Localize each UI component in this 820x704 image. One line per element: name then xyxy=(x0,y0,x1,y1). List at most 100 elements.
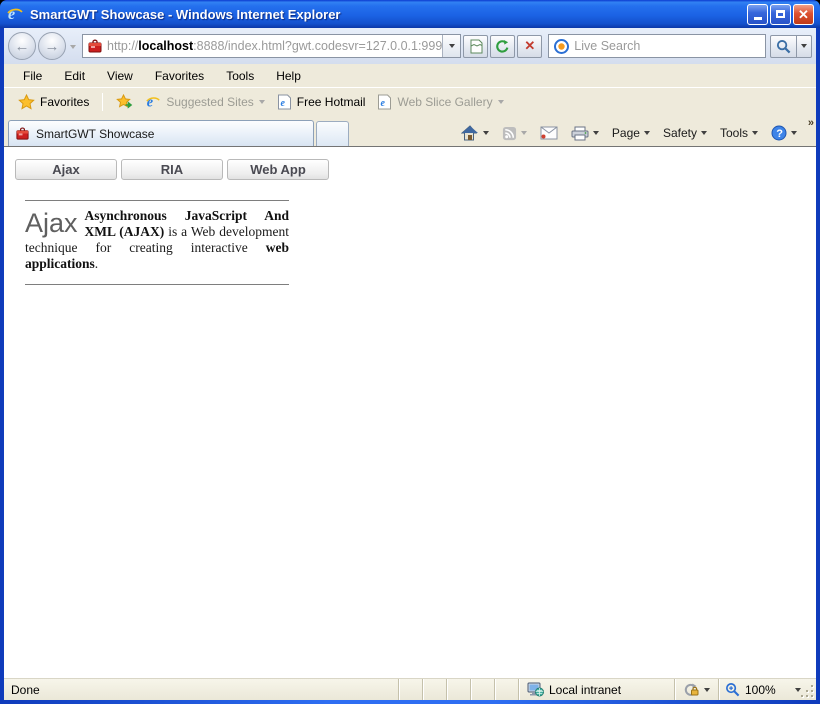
ie-logo-icon: e xyxy=(6,5,24,23)
feeds-button[interactable] xyxy=(497,123,532,144)
web-app-button[interactable]: Web App xyxy=(227,159,329,180)
rss-feed-icon xyxy=(502,126,517,141)
status-pane xyxy=(422,679,446,700)
page-content: Ajax RIA Web App Ajax Asynchronous JavaS… xyxy=(4,146,816,678)
print-button[interactable] xyxy=(566,123,604,144)
status-pane xyxy=(398,679,422,700)
maximize-button[interactable] xyxy=(770,4,791,25)
help-icon: ? xyxy=(771,125,787,141)
tab-bar: SmartGWT Showcase xyxy=(4,116,816,146)
menu-favorites[interactable]: Favorites xyxy=(144,66,215,86)
help-button[interactable]: ? xyxy=(766,122,802,144)
showcase-button-row: Ajax RIA Web App xyxy=(15,159,816,180)
back-arrow-icon: ← xyxy=(15,38,30,55)
resize-grip[interactable] xyxy=(802,679,816,700)
menu-view[interactable]: View xyxy=(96,66,144,86)
safety-menu-button[interactable]: Safety xyxy=(658,123,712,143)
toolbar-overflow-chevron[interactable]: » xyxy=(808,117,814,129)
url-host: localhost xyxy=(138,39,193,53)
url-text: http://localhost:8888/index.html?gwt.cod… xyxy=(107,39,442,53)
search-box[interactable] xyxy=(548,34,766,58)
svg-text:e: e xyxy=(8,6,15,23)
favorites-button[interactable]: Favorites xyxy=(12,92,95,112)
add-to-favorites-bar-button[interactable] xyxy=(110,92,139,112)
minimize-button[interactable] xyxy=(747,4,768,25)
home-icon xyxy=(461,125,479,141)
chevron-down-icon xyxy=(259,100,265,104)
stop-icon: ✕ xyxy=(524,38,535,54)
favorites-bar: Favorites e Suggested Sites e Free Hotma… xyxy=(4,88,816,116)
zoom-magnifier-icon xyxy=(725,682,740,697)
suggested-sites-button[interactable]: e Suggested Sites xyxy=(139,92,270,112)
chevron-down-icon xyxy=(791,131,797,135)
magnifier-icon xyxy=(776,39,791,54)
svg-text:e: e xyxy=(147,94,153,110)
tab-favicon xyxy=(15,126,30,141)
zone-label: Local intranet xyxy=(549,683,621,697)
ria-button[interactable]: RIA xyxy=(121,159,223,180)
refresh-button[interactable] xyxy=(490,35,515,58)
panel-heading: Ajax xyxy=(25,211,78,236)
recent-pages-dropdown[interactable] xyxy=(70,41,76,51)
window-border-bottom xyxy=(0,700,820,704)
protected-mode-icon xyxy=(683,682,699,697)
tab-smartgwt-showcase[interactable]: SmartGWT Showcase xyxy=(8,120,314,146)
refresh-icon xyxy=(495,39,510,54)
window-title: SmartGWT Showcase - Windows Internet Exp… xyxy=(30,7,747,22)
svg-text:e: e xyxy=(381,98,386,109)
printer-icon xyxy=(571,126,589,141)
inprivate-settings-button[interactable] xyxy=(674,679,718,700)
close-button[interactable]: ✕ xyxy=(793,4,814,25)
read-mail-button[interactable] xyxy=(535,123,563,143)
compatibility-view-button[interactable] xyxy=(463,35,488,58)
free-hotmail-button[interactable]: e Free Hotmail xyxy=(271,92,372,112)
menu-bar: File Edit View Favorites Tools Help xyxy=(4,64,816,88)
new-tab-button[interactable] xyxy=(316,121,349,146)
status-bar: Done Local intranet xyxy=(4,678,816,700)
chevron-down-icon xyxy=(498,100,504,104)
status-pane xyxy=(446,679,470,700)
back-button[interactable]: ← xyxy=(8,32,36,60)
webpage-icon: e xyxy=(277,94,292,110)
home-button[interactable] xyxy=(456,122,494,144)
forward-button[interactable]: → xyxy=(38,32,66,60)
web-slice-gallery-button[interactable]: e Web Slice Gallery xyxy=(371,92,509,112)
svg-text:e: e xyxy=(280,98,285,109)
address-dropdown-button[interactable] xyxy=(442,35,460,57)
browser-window: e SmartGWT Showcase - Windows Internet E… xyxy=(0,0,820,704)
ajax-description-panel: Ajax Asynchronous JavaScript And XML (AJ… xyxy=(25,200,289,285)
search-options-dropdown[interactable] xyxy=(797,35,812,58)
free-hotmail-label: Free Hotmail xyxy=(297,95,366,109)
chevron-down-icon xyxy=(644,131,650,135)
stop-button[interactable]: ✕ xyxy=(517,35,542,58)
chevron-down-icon xyxy=(483,131,489,135)
chevron-down-icon xyxy=(70,45,76,49)
chevron-down-icon xyxy=(752,131,758,135)
chevron-down-icon xyxy=(795,688,801,692)
search-input[interactable] xyxy=(574,39,761,53)
tab-label: SmartGWT Showcase xyxy=(36,127,154,141)
chevron-down-icon xyxy=(801,44,807,48)
ajax-button[interactable]: Ajax xyxy=(15,159,117,180)
menu-edit[interactable]: Edit xyxy=(53,66,96,86)
zoom-control[interactable]: 100% xyxy=(718,679,802,700)
close-icon: ✕ xyxy=(798,8,809,21)
chevron-down-icon xyxy=(521,131,527,135)
chevron-down-icon xyxy=(449,44,455,48)
status-text: Done xyxy=(4,679,398,700)
address-input[interactable]: http://localhost:8888/index.html?gwt.cod… xyxy=(82,34,461,58)
add-favorite-star-icon xyxy=(116,94,133,110)
address-toolbar: ← → http://localhost:8888/index.html?gwt… xyxy=(4,28,816,64)
tools-menu-button[interactable]: Tools xyxy=(715,123,763,143)
page-menu-label: Page xyxy=(612,126,640,140)
menu-tools[interactable]: Tools xyxy=(215,66,265,86)
site-favicon xyxy=(87,38,103,54)
page-menu-button[interactable]: Page xyxy=(607,123,655,143)
menu-file[interactable]: File xyxy=(12,66,53,86)
zoom-level: 100% xyxy=(745,683,776,697)
search-button[interactable] xyxy=(770,35,797,58)
forward-arrow-icon: → xyxy=(45,38,60,55)
menu-help[interactable]: Help xyxy=(265,66,312,86)
local-intranet-icon xyxy=(527,682,544,697)
compatibility-view-icon xyxy=(469,39,483,54)
